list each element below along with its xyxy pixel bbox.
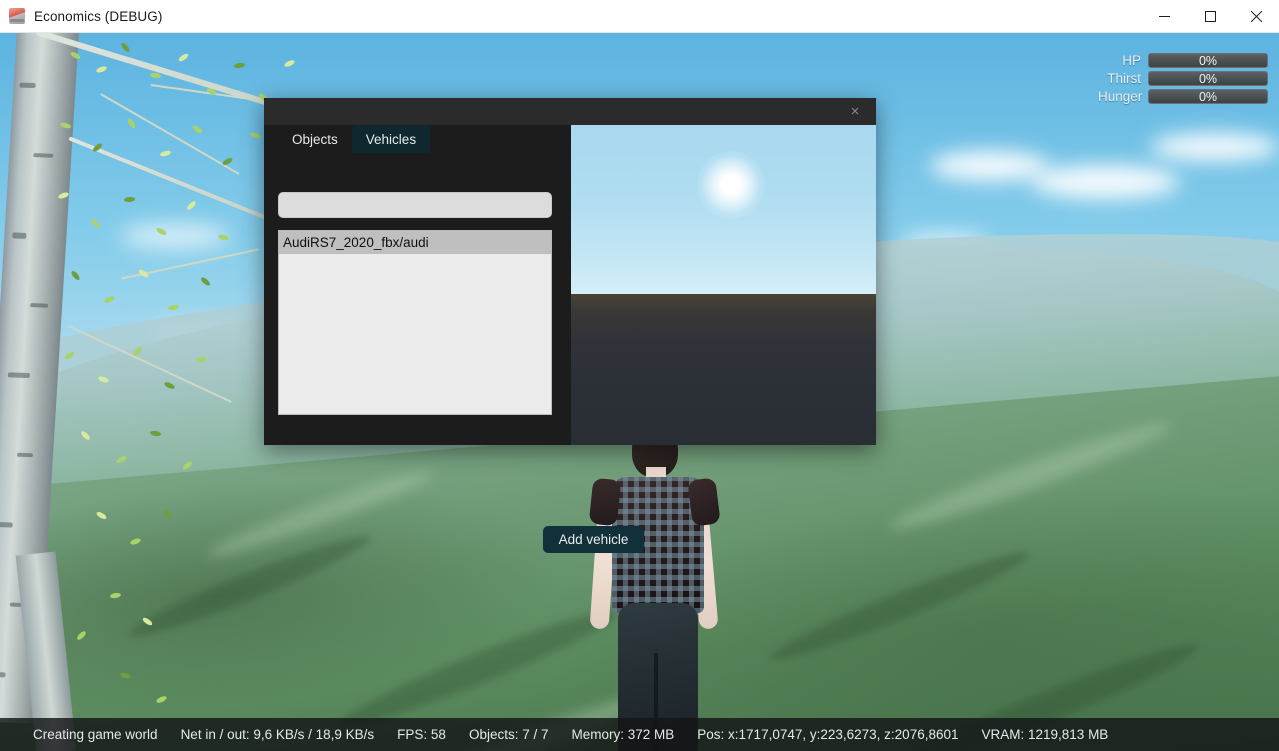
window-titlebar: Economics (DEBUG) (0, 0, 1279, 33)
dialog-left-pane: Objects Vehicles AudiRS7_2020_fbx/audi A… (264, 125, 644, 553)
window-title: Economics (DEBUG) (34, 8, 163, 24)
vehicle-list[interactable]: AudiRS7_2020_fbx/audi (278, 230, 552, 415)
cloud (1030, 165, 1180, 199)
hud-stats-panel: HP 0% Thirst 0% Hunger 0% (1098, 52, 1268, 105)
cloud (1150, 133, 1279, 161)
status-bar: Creating game world Net in / out: 9,6 KB… (0, 718, 1279, 751)
maximize-icon (1204, 10, 1216, 22)
app-icon (9, 8, 25, 24)
status-world-state: Creating game world (33, 727, 158, 742)
close-window-button[interactable] (1233, 0, 1279, 33)
dialog-tabs: Objects Vehicles (264, 125, 571, 153)
tab-vehicles[interactable]: Vehicles (351, 125, 431, 153)
dialog-close-button[interactable]: × (842, 99, 868, 125)
add-vehicle-button[interactable]: Add vehicle (543, 526, 644, 553)
vehicle-spawn-dialog: × Objects Vehicles AudiRS7_2020_fbx/audi… (264, 98, 876, 553)
preview-ground-plane (571, 294, 876, 445)
hud-stat-value: 0% (1198, 89, 1218, 104)
player-character (576, 423, 736, 751)
minimize-button[interactable] (1141, 0, 1187, 33)
application-window: Economics (DEBUG) HP 0% Thirst 0% Hunger… (0, 0, 1279, 751)
status-objects: Objects: 7 / 7 (468, 727, 549, 742)
hud-stat-thirst: Thirst 0% (1098, 70, 1268, 87)
dialog-body: Objects Vehicles AudiRS7_2020_fbx/audi A… (264, 125, 876, 553)
list-item[interactable]: AudiRS7_2020_fbx/audi (279, 231, 551, 254)
status-fps: FPS: 58 (397, 727, 446, 742)
preview-sun (697, 151, 765, 219)
status-network: Net in / out: 9,6 KB/s / 18,9 KB/s (180, 727, 375, 742)
hud-stat-hunger: Hunger 0% (1098, 88, 1268, 105)
dialog-header: × (264, 98, 876, 125)
hud-stat-bar: 0% (1148, 53, 1268, 68)
character-sleeve-right (687, 477, 721, 527)
character-sleeve-left (588, 477, 622, 527)
status-position: Pos: x:1717,0747, y:223,6273, z:2076,860… (697, 727, 959, 742)
hud-stat-hp: HP 0% (1098, 52, 1268, 69)
cloud (120, 223, 230, 249)
close-icon (1250, 10, 1262, 22)
hud-stat-label: Hunger (1098, 89, 1143, 104)
status-vram: VRAM: 1219,813 MB (981, 727, 1109, 742)
hud-stat-value: 0% (1198, 53, 1218, 68)
hud-stat-value: 0% (1198, 71, 1218, 86)
minimize-icon (1158, 15, 1170, 17)
hud-stat-bar: 0% (1148, 71, 1268, 86)
hud-stat-bar: 0% (1148, 89, 1268, 104)
tab-objects[interactable]: Objects (278, 125, 352, 153)
status-memory: Memory: 372 MB (571, 727, 675, 742)
hud-stat-label: Thirst (1107, 71, 1141, 86)
maximize-button[interactable] (1187, 0, 1233, 33)
window-controls (1141, 0, 1279, 33)
vehicle-preview-viewport[interactable] (571, 125, 876, 445)
hud-stat-label: HP (1122, 53, 1141, 68)
search-input[interactable] (278, 192, 552, 218)
